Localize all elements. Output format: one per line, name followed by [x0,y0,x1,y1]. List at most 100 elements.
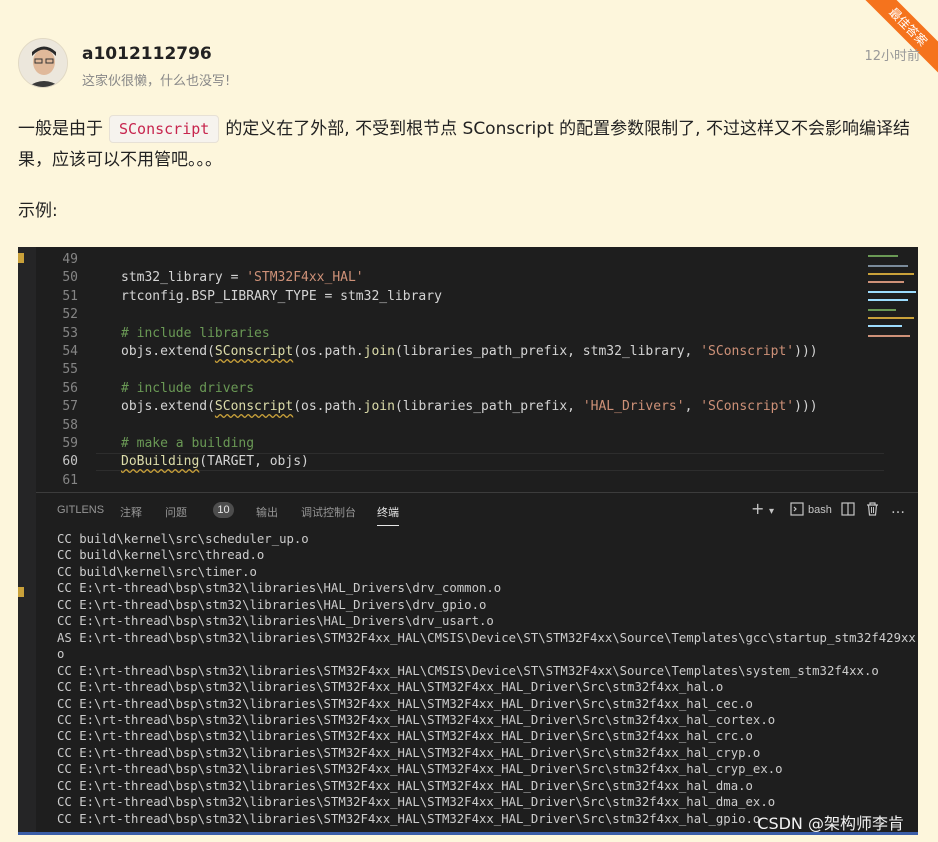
terminal-line: CC E:\rt-thread\bsp\stm32\libraries\HAL_… [57,597,487,612]
code-line: 49 [36,251,896,269]
terminal-line: CC E:\rt-thread\bsp\stm32\libraries\STM3… [57,680,724,695]
minimap-line [868,299,908,301]
terminal-line: CC E:\rt-thread\bsp\stm32\libraries\STM3… [57,795,776,810]
code-line: 58 [36,417,896,435]
code-line: 51 rtconfig.BSP_LIBRARY_TYPE = stm32_libr… [36,288,896,306]
answer-text: 一般是由于 SConscript 的定义在了外部, 不受到根节点 SConscrip… [18,114,912,176]
line-number: 55 [62,362,78,378]
code-text: rtconfig.BSP_LIBRARY_TYPE = stm32_librar… [121,288,442,306]
post-time: 12小时前 [864,49,920,64]
line-number: 54 [62,344,78,359]
code-token: (os.path. [293,399,364,415]
code-token: (libraries_path_prefix, stm32_library, [394,344,701,359]
terminal-line: CC build\kernel\src\thread.o [57,548,265,563]
code-token: (libraries_path_prefix, [394,399,583,415]
terminal-line: CC E:\rt-thread\bsp\stm32\libraries\STM3… [57,778,753,793]
gutter-marker [18,253,24,263]
tab-output[interactable]: 输出 [256,504,278,520]
tab-comments[interactable]: 注释 [120,504,142,520]
code-text: # include drivers [121,380,254,398]
code-token: stm32_library = [121,270,247,286]
code-line: 53 # include libraries [36,325,896,343]
chevron-up-icon[interactable] [917,502,918,518]
code-token: rtconfig.BSP_LIBRARY_TYPE = stm32_librar… [121,288,442,304]
tab-problems[interactable]: 问题 [165,504,187,520]
code-function: SConscript [214,399,294,415]
status-bar [18,832,918,835]
username[interactable]: a1012112796 [82,44,212,64]
line-number: 58 [62,417,78,433]
minimap-line [868,325,902,327]
terminal-line: AS E:\rt-thread\bsp\stm32\libraries\STM3… [57,630,916,645]
code-line: 61 [36,472,896,490]
code-text: # make a building [121,435,254,453]
minimap-line [868,335,910,337]
terminal-line: CC E:\rt-thread\bsp\stm32\libraries\STM3… [57,745,761,760]
terminal-line: CC E:\rt-thread\bsp\stm32\libraries\STM3… [57,811,761,826]
terminal-line: o [57,647,65,662]
code-comment: # make a building [121,436,255,451]
code-token: ))) [794,399,818,415]
avatar-image [19,39,67,87]
code-function: join [363,399,395,415]
line-number: 51 [62,288,78,304]
line-number: 59 [62,436,78,451]
minimap[interactable] [866,247,918,492]
code-token: (TARGET, objs) [199,454,309,470]
split-icon[interactable] [841,502,855,520]
chevron-down-icon[interactable]: ▾ [769,504,774,520]
code-line: 60 DoBuilding(TARGET, objs) [36,453,896,471]
minimap-line [868,273,914,275]
code-line: 57 objs.extend(SConscript(os.path.join(li… [36,398,896,416]
code-text: stm32_library = 'STM32F4xx_HAL' [121,269,364,287]
code-token: objs.extend( [121,344,215,359]
answer-header: a1012112796 这家伙很懒，什么也没写! 12小时前 [18,38,920,92]
code-line: 54 objs.extend(SConscript(os.path.join(li… [36,343,896,361]
code-line: 50 stm32_library = 'STM32F4xx_HAL' [36,269,896,287]
code-editor[interactable]: 49 50 stm32_library = 'STM32F4xx_HAL' 51 rtc… [36,247,918,492]
tab-gitlens[interactable]: GITLENS [57,504,104,516]
code-token: , [684,399,701,415]
trash-icon[interactable] [866,502,879,520]
code-text: # include libraries [121,325,270,343]
example-label: 示例: [18,201,58,221]
avatar[interactable] [18,38,68,88]
minimap-line [868,265,908,267]
terminal-line: CC build\kernel\src\scheduler_up.o [57,532,309,546]
minimap-line [868,255,898,257]
code-function: SConscript [214,344,294,359]
code-string: 'STM32F4xx_HAL' [246,270,364,286]
terminal-output[interactable]: CC build\kernel\src\scheduler_up.o CC bui… [36,531,918,835]
code-token: ))) [794,344,818,359]
code-string: 'SConscript' [700,344,795,359]
plus-icon[interactable]: + [751,501,764,517]
code-line: 52 [36,306,896,324]
minimap-line [868,281,904,283]
line-number: 60 [62,454,78,470]
minimap-line [868,317,914,319]
code-line: 55 [36,361,896,379]
terminal-icon[interactable] [790,502,804,520]
code-token: (os.path. [293,344,364,359]
code-comment: # include drivers [121,380,255,396]
bottom-panel: GITLENS 注释 问题 10 输出 调试控制台 终端 + ▾ bash … [36,492,918,835]
gutter-marker [18,587,24,597]
watermark: CSDN @架构师李肯 [757,814,904,833]
tab-debug-console[interactable]: 调试控制台 [301,504,356,520]
code-line: 56 # include drivers [36,380,896,398]
code-token: objs.extend( [121,399,215,415]
vscode-screenshot: 49 50 stm32_library = 'STM32F4xx_HAL' 51 rtc… [18,247,918,835]
terminal-line: CC E:\rt-thread\bsp\stm32\libraries\STM3… [57,729,753,744]
code-function: DoBuilding [121,454,200,470]
terminal-line: CC build\kernel\src\timer.o [57,564,257,579]
ellipsis-icon[interactable]: … [891,501,905,517]
problems-count-badge: 10 [213,502,234,518]
user-bio: 这家伙很懒，什么也没写! [82,74,231,89]
code-text: DoBuilding(TARGET, objs) [121,453,309,471]
terminal-line: CC E:\rt-thread\bsp\stm32\libraries\HAL_… [57,581,502,596]
code-string: 'HAL_Drivers' [582,399,685,415]
line-number: 49 [62,252,78,267]
tab-terminal[interactable]: 终端 [377,504,399,526]
inline-code: SConscript [109,115,220,143]
shell-label[interactable]: bash [808,504,832,516]
